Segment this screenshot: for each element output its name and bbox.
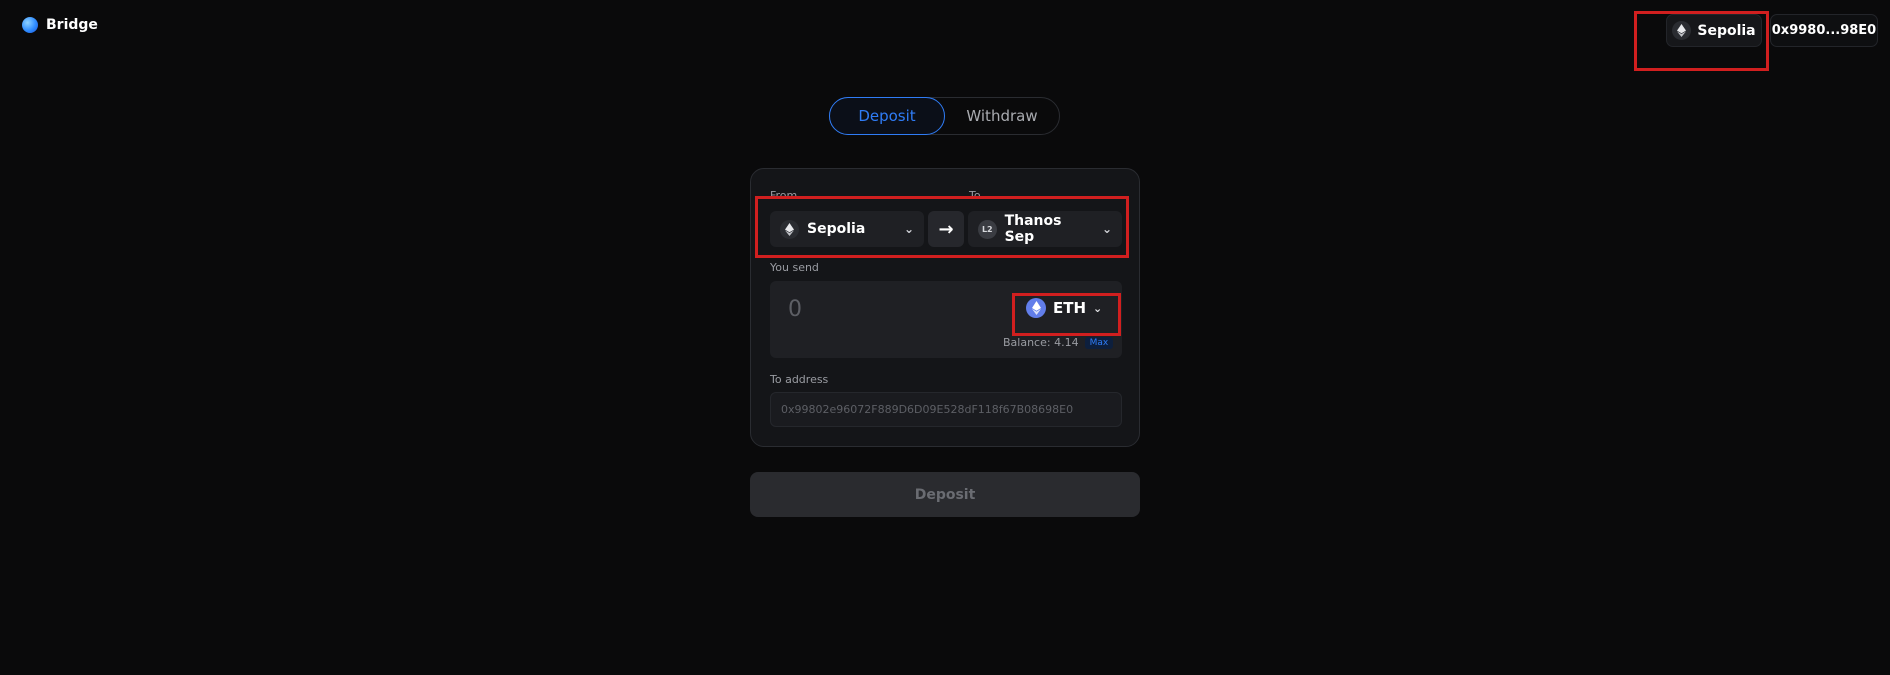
to-network-label: Thanos Sep — [1004, 213, 1062, 245]
tab-withdraw[interactable]: Withdraw — [945, 97, 1059, 135]
chevron-down-icon: ⌄ — [1101, 222, 1112, 236]
from-network-select[interactable]: Sepolia ⌄ — [770, 211, 924, 247]
deposit-withdraw-tabs: Deposit Withdraw — [829, 97, 1060, 135]
chevron-down-icon: ⌄ — [1093, 301, 1103, 315]
logo-icon — [22, 17, 38, 33]
max-button[interactable]: Max — [1084, 336, 1114, 349]
tab-deposit[interactable]: Deposit — [829, 97, 945, 135]
token-label: ETH — [1053, 299, 1087, 317]
wallet-address-button[interactable]: 0x9980...98E0 — [1770, 14, 1878, 47]
to-address-label: To address — [770, 373, 829, 386]
arrow-right-icon: → — [938, 218, 954, 240]
ethereum-icon — [1672, 21, 1692, 40]
network-selector-button[interactable]: Sepolia — [1666, 14, 1762, 47]
bridge-form-card: From To Sepolia ⌄ → L2 Thanos Sep ⌄ You … — [750, 168, 1140, 447]
amount-input[interactable]: 0 — [788, 297, 802, 322]
send-amount-box: 0 ETH ⌄ Balance: 4.14 Max — [770, 281, 1122, 358]
deposit-submit-button[interactable]: Deposit — [750, 472, 1140, 517]
network-label: Sepolia — [1697, 22, 1756, 39]
app-title: Bridge — [46, 17, 98, 33]
wallet-address: 0x9980...98E0 — [1771, 23, 1877, 38]
to-address-field[interactable] — [770, 392, 1122, 427]
to-network-select[interactable]: L2 Thanos Sep ⌄ — [968, 211, 1122, 247]
from-network-label: Sepolia — [807, 221, 866, 237]
to-label: To — [969, 189, 981, 202]
to-address-input[interactable] — [781, 403, 1111, 416]
balance-row: Balance: 4.14 Max — [1003, 336, 1114, 349]
chevron-down-icon: ⌄ — [903, 222, 914, 236]
app-logo[interactable]: Bridge — [22, 17, 98, 33]
balance-text: Balance: 4.14 — [1003, 336, 1079, 349]
ethereum-icon — [780, 219, 799, 239]
eth-token-icon — [1026, 298, 1046, 318]
token-selector-button[interactable]: ETH ⌄ — [1026, 298, 1102, 318]
swap-direction-button[interactable]: → — [928, 211, 964, 247]
l2-network-icon: L2 — [978, 219, 997, 239]
you-send-label: You send — [770, 261, 819, 274]
from-label: From — [770, 189, 798, 202]
